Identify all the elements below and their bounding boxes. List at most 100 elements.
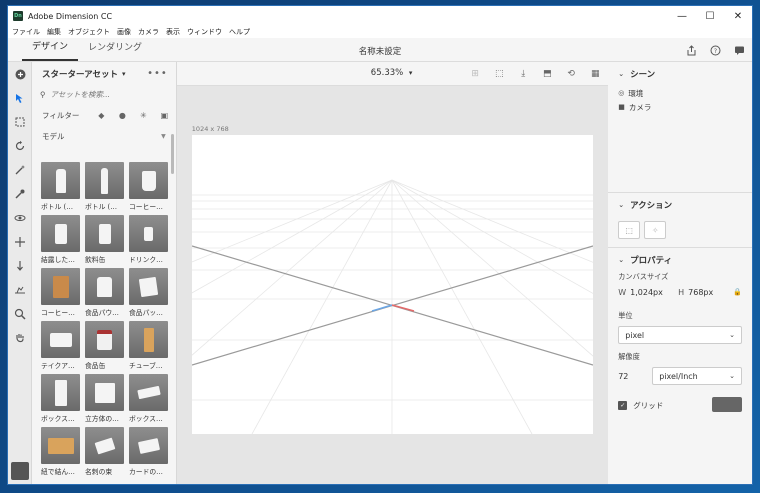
resolution-field[interactable]: 72	[618, 372, 646, 381]
asset-thumbnail	[85, 162, 124, 199]
asset-item[interactable]: カードの…	[129, 427, 168, 480]
parcel-icon	[47, 437, 74, 454]
add-icon[interactable]	[8, 62, 32, 86]
menu-camera[interactable]: カメラ	[138, 27, 159, 37]
fit-icon[interactable]: ⊞	[468, 67, 482, 81]
unit-heading: 単位	[618, 311, 633, 320]
match-image-icon[interactable]: ✧	[644, 221, 667, 239]
hand-icon[interactable]	[8, 326, 32, 350]
filter-images-icon[interactable]: ▣	[159, 110, 169, 120]
properties-section-header[interactable]: ⌄ プロパティ	[608, 248, 752, 272]
menu-file[interactable]: ファイル	[12, 27, 40, 37]
horizon-icon[interactable]	[8, 278, 32, 302]
pan-camera-icon[interactable]	[8, 230, 32, 254]
asset-item[interactable]: ボトル (…	[85, 162, 124, 215]
search-input[interactable]: アセットを検索...	[51, 89, 111, 100]
asset-item[interactable]: 立方体の…	[85, 374, 124, 427]
asset-item[interactable]: コーヒー…	[129, 162, 168, 215]
asset-item[interactable]: チューブ…	[129, 321, 168, 374]
select-tool-icon[interactable]	[8, 86, 32, 110]
tall-box-icon	[54, 379, 67, 406]
height-field[interactable]: 768px	[688, 288, 713, 297]
filter-label: フィルター	[42, 110, 80, 120]
share-icon[interactable]	[684, 43, 698, 57]
help-icon[interactable]: ?	[708, 43, 722, 57]
asset-item[interactable]: ボトル (…	[41, 162, 80, 215]
zoom-dropdown[interactable]: 65.33% ▾	[371, 68, 413, 78]
3d-viewport[interactable]	[191, 135, 593, 434]
asset-item[interactable]: コーヒー…	[41, 268, 80, 321]
dolly-icon[interactable]	[8, 254, 32, 278]
asset-item[interactable]: 名刺の束	[85, 427, 124, 480]
unit-select[interactable]: pixel ⌄	[618, 326, 742, 344]
action-section-header[interactable]: ⌄ アクション	[608, 193, 752, 217]
assets-scrollbar[interactable]	[170, 134, 174, 174]
panel-toggle-icon[interactable]	[11, 462, 29, 480]
pouch-icon	[97, 276, 112, 297]
width-field[interactable]: 1,024px	[630, 288, 678, 297]
close-button[interactable]: ✕	[724, 6, 752, 26]
resolution-unit-select[interactable]: pixel/Inch ⌄	[652, 367, 742, 385]
menu-image[interactable]: 画像	[117, 27, 131, 37]
asset-thumbnail	[129, 321, 168, 358]
asset-item[interactable]: 紐で結ん…	[41, 427, 80, 480]
align-icon[interactable]: ⬒	[540, 67, 554, 81]
asset-item[interactable]: 飲料缶	[85, 215, 124, 268]
menu-help[interactable]: ヘルプ	[229, 27, 250, 37]
magic-wand-icon[interactable]	[8, 158, 32, 182]
asset-item[interactable]: 食品パッ…	[129, 268, 168, 321]
filter-models-icon[interactable]: ◆	[96, 110, 106, 120]
asset-search[interactable]: ⚲ アセットを検索...	[40, 86, 168, 102]
search-icon: ⚲	[40, 89, 46, 99]
models-section-header[interactable]: モデル ▼	[32, 128, 176, 144]
unit-value: pixel	[625, 330, 645, 340]
scene-section-header[interactable]: ⌄ シーン	[608, 62, 752, 86]
crop-tool-icon[interactable]	[8, 110, 32, 134]
lock-icon[interactable]: 🔒	[733, 288, 742, 296]
minimize-button[interactable]: —	[668, 6, 696, 26]
width-prefix: W	[618, 288, 627, 297]
select-box-icon[interactable]: ⬚	[492, 67, 506, 81]
filter-materials-icon[interactable]: ●	[117, 110, 127, 120]
window-controls: — ☐ ✕	[668, 6, 752, 26]
more-options-icon[interactable]: •••	[147, 68, 168, 79]
asset-item[interactable]: 食品缶	[85, 321, 124, 374]
asset-item[interactable]: 結露した…	[41, 215, 80, 268]
assets-title: スターターアセット	[42, 70, 118, 80]
menu-view[interactable]: 表示	[166, 27, 180, 37]
orbit-icon[interactable]	[8, 206, 32, 230]
tab-design[interactable]: デザイン	[22, 37, 79, 61]
asset-item[interactable]: テイクア…	[41, 321, 80, 374]
feedback-icon[interactable]	[732, 43, 746, 57]
render-preview-icon[interactable]: ▦	[588, 67, 602, 81]
asset-item[interactable]: ボックス…	[129, 374, 168, 427]
asset-label: ボトル (…	[85, 203, 117, 211]
scene-item-environment[interactable]: ◎ 環境	[608, 86, 752, 100]
fit-to-image-icon[interactable]: ⬚	[618, 221, 641, 239]
asset-label: 立方体の…	[85, 415, 119, 423]
drop-to-ground-icon[interactable]: ⤓	[516, 67, 530, 81]
eyedropper-icon[interactable]	[8, 182, 32, 206]
grid-color-swatch[interactable]	[712, 397, 742, 412]
asset-item[interactable]: ドリンク…	[129, 215, 168, 268]
menu-edit[interactable]: 編集	[47, 27, 61, 37]
rotate-tool-icon[interactable]	[8, 134, 32, 158]
zoom-icon[interactable]	[8, 302, 32, 326]
grid-checkbox[interactable]: ✓	[618, 400, 628, 410]
reset-camera-icon[interactable]: ⟲	[564, 67, 578, 81]
asset-item[interactable]: 食品パウ…	[85, 268, 124, 321]
filter-lights-icon[interactable]: ✳	[138, 110, 148, 120]
tab-render[interactable]: レンダリング	[78, 37, 152, 61]
menu-object[interactable]: オブジェクト	[68, 27, 110, 37]
scene-item-camera[interactable]: ■ カメラ	[608, 100, 752, 114]
menu-window[interactable]: ウィンドウ	[187, 27, 222, 37]
bottle-icon	[55, 168, 66, 193]
asset-thumbnail	[41, 215, 80, 252]
maximize-button[interactable]: ☐	[696, 6, 724, 26]
asset-thumbnail	[41, 374, 80, 411]
svg-text:?: ?	[713, 48, 716, 55]
asset-item[interactable]: ボックス…	[41, 374, 80, 427]
tin-icon	[97, 329, 112, 350]
asset-label: 食品缶	[85, 362, 106, 370]
chevron-down-icon: ⌄	[618, 256, 625, 264]
